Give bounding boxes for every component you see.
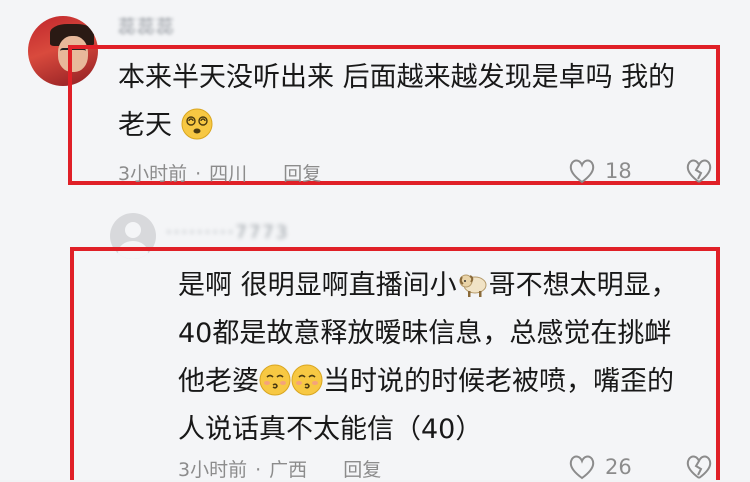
comment-line: 是啊 很明显啊直播间小 哥不想太明显，: [178, 270, 678, 301]
reply-button[interactable]: 回复: [283, 163, 321, 185]
heart-icon: [569, 159, 595, 184]
comment-line: 老天: [118, 102, 708, 150]
comment-line: 40都是故意释放暧昧信息，总感觉在挑衅: [178, 318, 672, 349]
sheep-emoji-icon: [459, 274, 487, 297]
broken-heart-icon[interactable]: [683, 453, 715, 481]
kissing-face-emoji-icon: [259, 364, 291, 395]
reply-button[interactable]: 回复: [343, 459, 381, 481]
comment-meta: 3小时前 · 四川 回复: [118, 163, 322, 185]
timestamp: 3小时前: [118, 163, 188, 185]
username-blurred[interactable]: 蕊蕊蕊: [118, 13, 175, 39]
comment-text: 本来半天没听出来 后面越来越发现是卓吗 我的 老天: [118, 54, 708, 150]
comments-panel: 蕊蕊蕊 本来半天没听出来 后面越来越发现是卓吗 我的 老天 3小时前 · 四川 回复…: [0, 0, 750, 481]
heart-icon: [569, 455, 595, 480]
comment-line: 他老婆 当时说的时候老被喷，嘴歪的: [178, 358, 718, 406]
like-button[interactable]: 26: [567, 453, 632, 481]
location: 广西: [269, 459, 308, 481]
kissing-face-emoji-icon: [291, 364, 323, 395]
comment-meta: 3小时前 · 广西 回复: [178, 459, 382, 481]
comment-line: 本来半天没听出来 后面越来越发现是卓吗 我的: [118, 62, 676, 93]
timestamp: 3小时前: [178, 459, 248, 481]
comment-text: 是啊 很明显啊直播间小 哥不想太明显， 40都是故意释放暧昧信息，总感觉在挑衅 …: [178, 262, 718, 454]
like-button[interactable]: 18: [567, 157, 632, 185]
location: 四川: [209, 163, 248, 185]
dizzy-face-emoji-icon: [181, 108, 213, 139]
broken-heart-icon[interactable]: [683, 157, 715, 185]
username-blurred[interactable]: ·········7773: [166, 222, 289, 243]
like-count: 18: [605, 159, 632, 183]
comment-line: 人说话真不太能信（40）: [178, 414, 483, 445]
like-count: 26: [605, 455, 632, 479]
